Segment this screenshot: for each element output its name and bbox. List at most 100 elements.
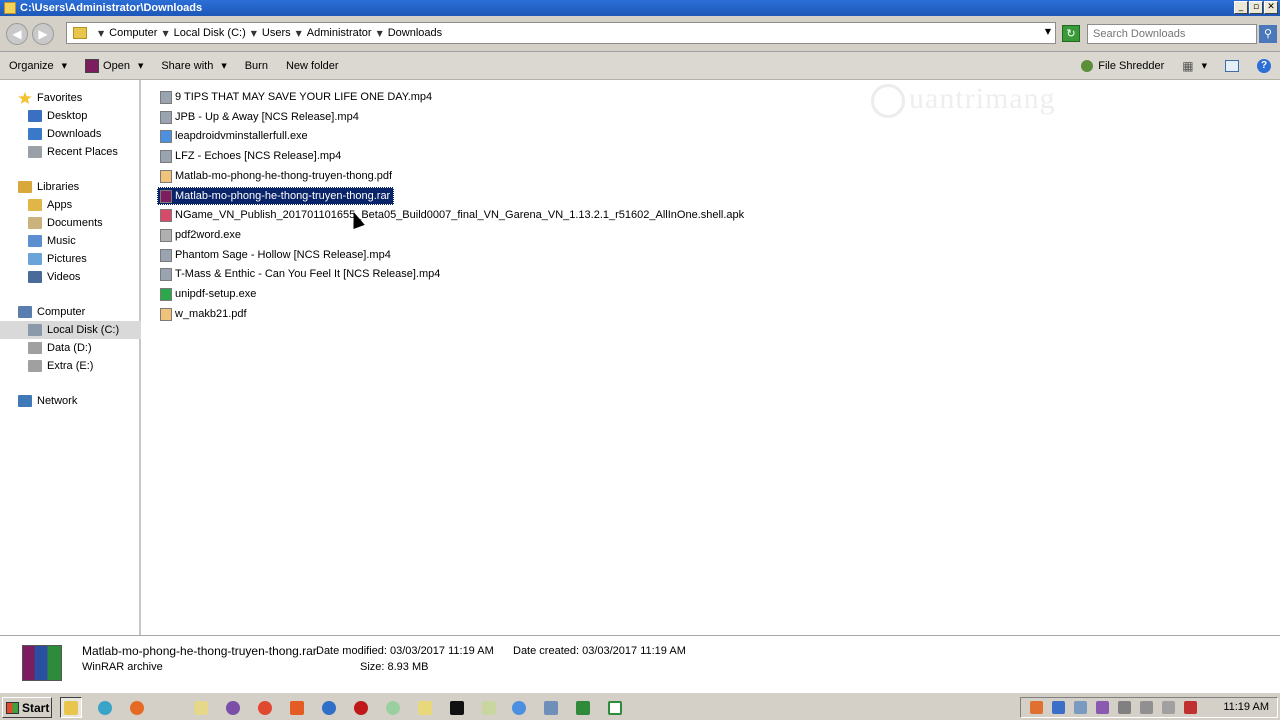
file-row[interactable]: pdf2word.exe [157,226,245,244]
taskbar-mi[interactable] [286,697,308,718]
music-icon [28,235,42,247]
sidebar-label: Libraries [37,181,80,193]
details-size: Size: 8.93 MB [360,661,429,673]
file-row[interactable]: 9 TIPS THAT MAY SAVE YOUR LIFE ONE DAY.m… [157,88,436,106]
help-button[interactable]: ? [1248,52,1280,80]
file-row[interactable]: JPB - Up & Away [NCS Release].mp4 [157,108,363,126]
sidebar-item-recent-places[interactable]: Recent Places [0,143,141,161]
file-row[interactable]: unipdf-setup.exe [157,285,260,303]
refresh-button[interactable]: ↻ [1062,25,1080,42]
camtasia-icon [576,700,590,715]
taskbar-cmd[interactable] [446,697,468,718]
new-folder-button[interactable]: New folder [277,52,348,79]
sidebar-item-downloads[interactable]: Downloads [0,125,141,143]
firefox-icon [130,700,144,715]
sidebar-item-desktop[interactable]: Desktop [0,107,141,125]
taskbar-app-green[interactable] [382,697,404,718]
chevron-down-icon[interactable]: ▼ [98,29,104,38]
file-row[interactable]: Phantom Sage - Hollow [NCS Release].mp4 [157,246,395,264]
taskbar-grid-app[interactable] [190,697,212,718]
breadcrumb-local-disk[interactable]: Local Disk (C:) [174,27,246,39]
file-shredder-button[interactable]: File Shredder [1072,52,1173,80]
taskbar-chrome-2[interactable] [508,697,530,718]
chevron-down-icon[interactable]: ▼ [251,29,257,38]
view-options-button[interactable]: ▦ ▼ [1173,52,1216,80]
maximize-button[interactable]: ▫ [1249,1,1263,14]
command-prompt-icon [450,700,464,715]
search-input[interactable] [1087,24,1257,44]
sidebar-label: Desktop [47,110,88,122]
chevron-down-icon[interactable]: ▼ [162,29,168,38]
sidebar-label: Documents [47,217,103,229]
details-file-name: Matlab-mo-phong-he-thong-truyen-thong.ra… [82,644,317,658]
tray-monitor-icon[interactable] [1184,701,1197,714]
taskbar-camtasia[interactable] [572,697,594,718]
sidebar-item-videos[interactable]: Videos [0,268,141,286]
address-history-dropdown[interactable]: ▼ [1045,27,1051,36]
help-icon: ? [1257,59,1271,73]
sidebar-item-local-disk-c[interactable]: Local Disk (C:) [0,321,141,339]
taskbar-firefox-2[interactable] [318,697,340,718]
taskbar-camtasia-2[interactable] [604,697,626,718]
taskbar-monitor[interactable] [540,697,562,718]
close-button[interactable]: ✕ [1264,1,1278,14]
taskbar-chrome[interactable] [254,697,276,718]
taskbar-firefox[interactable] [126,697,148,718]
file-list[interactable]: uantrimang 9 TIPS THAT MAY SAVE YOUR LIF… [143,80,1280,635]
taskbar-notepad[interactable] [478,697,500,718]
search-icon[interactable]: ⚲ [1259,25,1277,43]
tray-network-icon[interactable] [1074,701,1087,714]
file-row[interactable]: NGame_VN_Publish_201701101655_Beta05_Bui… [157,206,748,224]
sidebar-item-extra-e[interactable]: Extra (E:) [0,357,141,375]
back-button[interactable]: ◀ [6,23,28,45]
burn-button[interactable]: Burn [236,52,277,79]
open-button[interactable]: Open ▼ [76,52,152,79]
taskbar-search[interactable] [94,697,116,718]
start-button[interactable]: Start [2,697,52,718]
sidebar-item-network[interactable]: Network [0,392,141,410]
view-grid-icon: ▦ [1182,59,1194,73]
chevron-down-icon[interactable]: ▼ [1202,62,1207,70]
sidebar-item-data-d[interactable]: Data (D:) [0,339,141,357]
chevron-down-icon: ▼ [61,61,68,70]
taskbar-recorder[interactable] [350,697,372,718]
tray-shield-icon[interactable] [1030,701,1043,714]
sidebar-item-favorites[interactable]: Favorites [0,89,141,107]
taskbar-viber[interactable] [222,697,244,718]
title-bar[interactable]: C:\Users\Administrator\Downloads _ ▫ ✕ [0,0,1280,16]
tray-device-icon[interactable] [1140,701,1153,714]
breadcrumb-users[interactable]: Users [262,27,291,39]
file-row[interactable]: leapdroidvminstallerfull.exe [157,127,312,145]
breadcrumb-administrator[interactable]: Administrator [307,27,372,39]
breadcrumb[interactable]: ▼ Computer ▼ Local Disk (C:) ▼ Users ▼ A… [66,22,1056,44]
tray-usb-icon[interactable] [1162,701,1175,714]
share-with-button[interactable]: Share with ▼ [152,52,235,79]
file-row[interactable]: T-Mass & Enthic - Can You Feel It [NCS R… [157,265,444,283]
taskbar-explorer[interactable] [60,697,82,718]
chevron-down-icon[interactable]: ▼ [296,29,302,38]
file-row[interactable]: LFZ - Echoes [NCS Release].mp4 [157,147,345,165]
sidebar-item-apps[interactable]: Apps [0,196,141,214]
forward-button[interactable]: ▶ [32,23,54,45]
breadcrumb-computer[interactable]: Computer [109,27,157,39]
breadcrumb-downloads[interactable]: Downloads [388,27,442,39]
taskbar-folder[interactable] [414,697,436,718]
taskbar-clock[interactable]: 11:19 AM [1223,701,1269,713]
tray-ie-icon[interactable] [1052,701,1065,714]
sidebar-item-pictures[interactable]: Pictures [0,250,141,268]
chevron-down-icon[interactable]: ▼ [138,62,143,70]
tray-viber-icon[interactable] [1096,701,1109,714]
sidebar-item-computer[interactable]: Computer [0,303,141,321]
sidebar-item-libraries[interactable]: Libraries [0,178,141,196]
tray-volume-icon[interactable] [1118,701,1131,714]
preview-pane-button[interactable] [1216,52,1248,80]
sidebar-item-documents[interactable]: Documents [0,214,141,232]
file-row[interactable]: Matlab-mo-phong-he-thong-truyen-thong.pd… [157,167,396,185]
firefox-icon [322,700,336,715]
minimize-button[interactable]: _ [1234,1,1248,14]
file-row[interactable]: w_makb21.pdf [157,305,251,323]
file-row[interactable]: Matlab-mo-phong-he-thong-truyen-thong.ra… [157,187,395,205]
chevron-down-icon[interactable]: ▼ [377,29,383,38]
sidebar-item-music[interactable]: Music [0,232,141,250]
organize-button[interactable]: Organize ▼ [0,52,76,79]
